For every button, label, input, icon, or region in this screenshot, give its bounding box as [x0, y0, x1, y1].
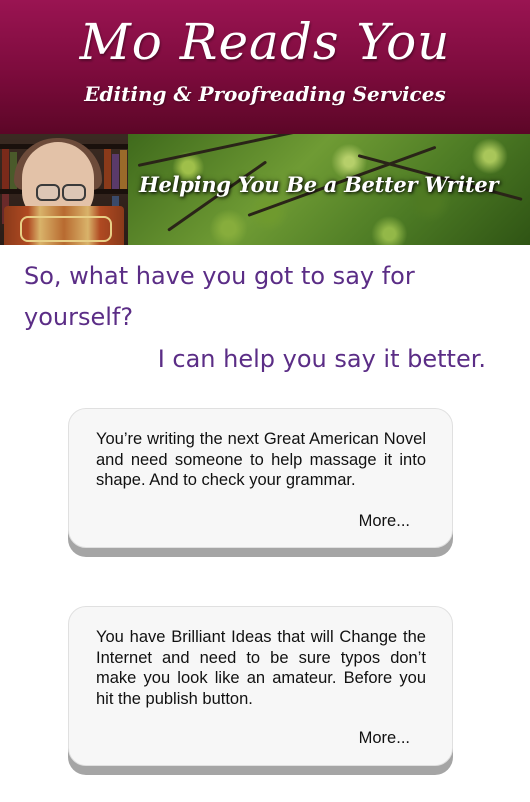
- intro-question: So, what have you got to say for yoursel…: [24, 262, 415, 331]
- intro-answer: I can help you say it better.: [157, 345, 486, 373]
- card-description: You have Brilliant Ideas that will Chang…: [96, 628, 426, 708]
- site-title[interactable]: Mo Reads You: [0, 12, 530, 72]
- service-card-web: You have Brilliant Ideas that will Chang…: [68, 606, 453, 766]
- service-card-novel: You’re writing the next Great American N…: [68, 408, 453, 548]
- more-link[interactable]: More...: [359, 728, 410, 748]
- card-description: You’re writing the next Great American N…: [96, 430, 426, 489]
- author-photo: [0, 134, 128, 245]
- site-tagline: Editing & Proofreading Services: [84, 82, 446, 106]
- banner-caption: Helping You Be a Better Writer: [139, 172, 499, 197]
- hero-banner: Helping You Be a Better Writer: [0, 134, 530, 245]
- more-link[interactable]: More...: [359, 511, 410, 531]
- site-header: Mo Reads You Editing & Proofreading Serv…: [0, 0, 530, 134]
